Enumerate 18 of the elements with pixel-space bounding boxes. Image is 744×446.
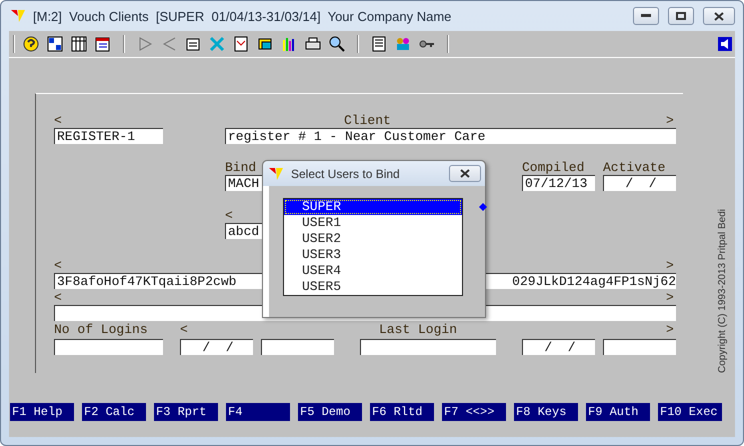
scroll-marker: < xyxy=(54,259,63,272)
scroll-marker: < xyxy=(180,323,189,336)
dialog-title: Select Users to Bind xyxy=(291,166,401,180)
compiled-label: Compiled xyxy=(522,161,586,174)
scroll-marker: < xyxy=(225,209,234,222)
client-label: Client xyxy=(344,114,392,127)
copyright-text: Copyright (C) 1993-2013 Pritpal Bedi xyxy=(716,209,728,373)
logins-label: No of Logins xyxy=(54,323,149,336)
bind-label: Bind xyxy=(225,161,258,174)
scroll-marker: < xyxy=(54,291,63,304)
activate-label: Activate xyxy=(603,161,666,174)
scroll-marker: > xyxy=(666,114,675,127)
scroll-marker: > xyxy=(666,259,675,272)
window-title: [M:2] Vouch Clients [SUPER 01/04/13-31/03/14] Your Company Name xyxy=(33,8,452,24)
scroll-marker: < xyxy=(54,114,63,127)
scroll-marker: > xyxy=(666,323,675,336)
scroll-marker: > xyxy=(666,291,675,304)
last-login-label: Last Login xyxy=(379,323,458,336)
